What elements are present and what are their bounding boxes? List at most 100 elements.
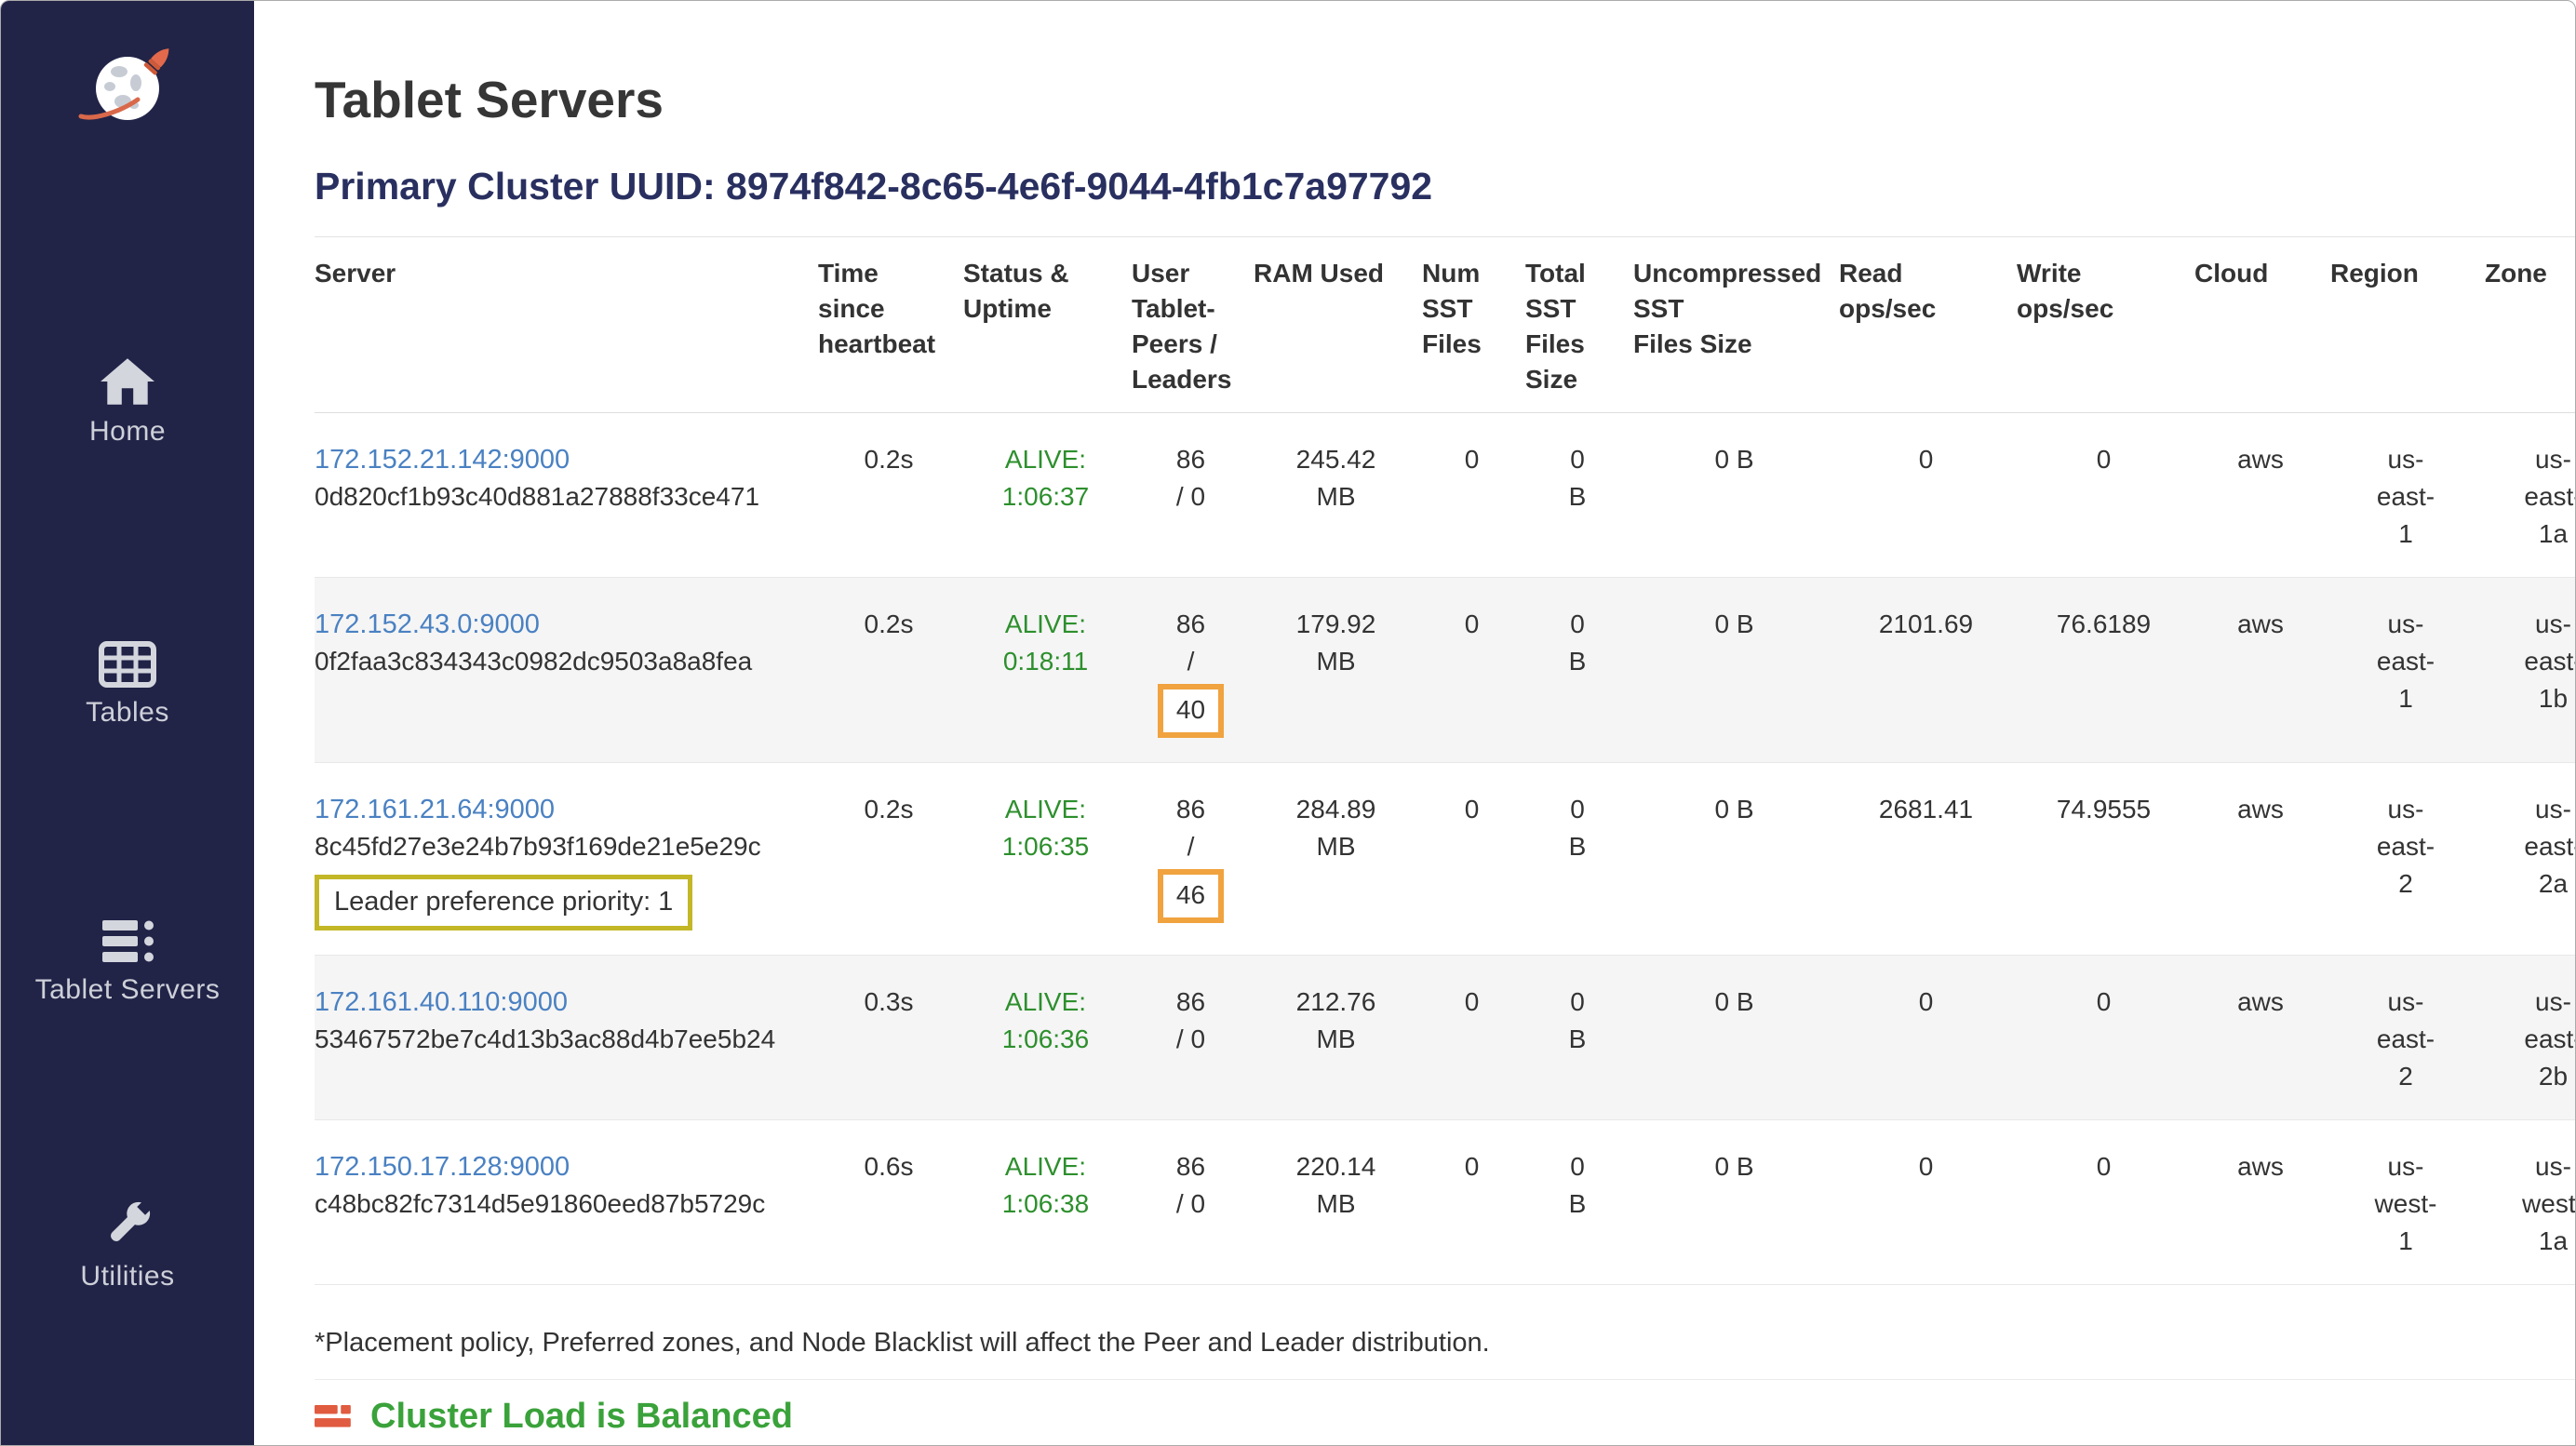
table-grid-icon — [99, 641, 156, 688]
server-address-link[interactable]: 172.152.21.142:9000 — [315, 445, 570, 475]
ram-used-cell: 245.42 MB — [1254, 413, 1422, 578]
zone-cell: us- east- 1b — [2485, 578, 2576, 763]
region-cell: us- west- 1 — [2330, 1120, 2485, 1285]
total-sst-size-cell: 0 B — [1525, 1120, 1633, 1285]
peers-count: 86 — [1132, 791, 1250, 828]
uptime-value: 1:06:36 — [963, 1021, 1128, 1058]
column-header-11: Region — [2330, 237, 2485, 413]
sidebar: Home Tables Tablet Servers — [1, 1, 254, 1445]
read-ops-cell: 0 — [1839, 1120, 2017, 1285]
server-cell: 172.161.40.110:9000 53467572be7c4d13b3ac… — [315, 956, 818, 1120]
primary-cluster-uuid-heading: Primary Cluster UUID: 8974f842-8c65-4e6f… — [315, 165, 2575, 208]
heartbeat-cell: 0.2s — [818, 578, 963, 763]
column-header-8: Read ops/sec — [1839, 237, 2017, 413]
leaders-highlight-box: 40 — [1158, 684, 1224, 738]
column-header-5: Num SST Files — [1422, 237, 1525, 413]
sidebar-item-tablet-servers-label: Tablet Servers — [1, 974, 254, 1006]
total-sst-size-cell: 0 B — [1525, 763, 1633, 956]
column-header-0: Server — [315, 237, 818, 413]
peers-count: 86 — [1132, 984, 1250, 1021]
num-sst-files-cell: 0 — [1422, 763, 1525, 956]
column-header-7: Uncompressed SST Files Size — [1633, 237, 1839, 413]
ram-used-cell: 284.89 MB — [1254, 763, 1422, 956]
cloud-cell: aws — [2194, 763, 2330, 956]
column-header-10: Cloud — [2194, 237, 2330, 413]
status-uptime-cell: ALIVE: 1:06:36 — [963, 956, 1132, 1120]
table-body: 172.152.21.142:9000 0d820cf1b93c40d881a2… — [315, 413, 2576, 1285]
peers-leaders-cell: 86 / 0 — [1132, 1120, 1254, 1285]
peers-leaders-cell: 86 / 0 — [1132, 413, 1254, 578]
sidebar-item-utilities-label: Utilities — [1, 1261, 254, 1292]
sidebar-item-tables[interactable]: Tables — [1, 641, 254, 729]
cloud-cell: aws — [2194, 1120, 2330, 1285]
heartbeat-cell: 0.6s — [818, 1120, 963, 1285]
column-header-6: Total SST Files Size — [1525, 237, 1633, 413]
uncompressed-sst-size-cell: 0 B — [1633, 413, 1839, 578]
table-row: 172.152.43.0:9000 0f2faa3c834343c0982dc9… — [315, 578, 2576, 763]
peers-leaders-cell: 86 / 40 — [1132, 578, 1254, 763]
peers-count: 86 — [1132, 606, 1250, 643]
region-cell: us- east- 2 — [2330, 763, 2485, 956]
zone-cell: us- west- 1a — [2485, 1120, 2576, 1285]
leaders-count: / 0 — [1132, 1185, 1250, 1223]
server-uuid: 8c45fd27e3e24b7b93f169de21e5e29c — [315, 828, 814, 865]
uncompressed-sst-size-cell: 0 B — [1633, 956, 1839, 1120]
server-address-link[interactable]: 172.161.21.64:9000 — [315, 795, 555, 824]
uncompressed-sst-size-cell: 0 B — [1633, 1120, 1839, 1285]
write-ops-cell: 74.9555 — [2017, 763, 2194, 956]
server-uuid: 0f2faa3c834343c0982dc9503a8a8fea — [315, 643, 814, 680]
server-cell: 172.152.21.142:9000 0d820cf1b93c40d881a2… — [315, 413, 818, 578]
uncompressed-sst-size-cell: 0 B — [1633, 578, 1839, 763]
cloud-cell: aws — [2194, 956, 2330, 1120]
server-address-link[interactable]: 172.150.17.128:9000 — [315, 1152, 570, 1182]
sidebar-item-tablet-servers[interactable]: Tablet Servers — [1, 918, 254, 1006]
table-header-row: ServerTime since heartbeatStatus & Uptim… — [315, 237, 2576, 413]
status-alive-label: ALIVE: — [963, 441, 1128, 478]
heartbeat-cell: 0.2s — [818, 413, 963, 578]
peers-count: 86 — [1132, 1148, 1250, 1185]
server-cell: 172.152.43.0:9000 0f2faa3c834343c0982dc9… — [315, 578, 818, 763]
region-cell: us- east- 1 — [2330, 578, 2485, 763]
status-uptime-cell: ALIVE: 0:18:11 — [963, 578, 1132, 763]
heartbeat-cell: 0.3s — [818, 956, 963, 1120]
server-cell: 172.150.17.128:9000 c48bc82fc7314d5e9186… — [315, 1120, 818, 1285]
sidebar-item-home-label: Home — [1, 416, 254, 448]
ram-used-cell: 179.92 MB — [1254, 578, 1422, 763]
status-uptime-cell: ALIVE: 1:06:35 — [963, 763, 1132, 956]
column-header-3: User Tablet- Peers / Leaders — [1132, 237, 1254, 413]
ram-used-cell: 220.14 MB — [1254, 1120, 1422, 1285]
column-header-1: Time since heartbeat — [818, 237, 963, 413]
cluster-load-heading: Cluster Load is Balanced — [370, 1397, 793, 1437]
sidebar-item-tables-label: Tables — [1, 697, 254, 729]
sidebar-item-utilities[interactable]: Utilities — [1, 1198, 254, 1292]
write-ops-cell: 76.6189 — [2017, 578, 2194, 763]
status-uptime-cell: ALIVE: 1:06:37 — [963, 413, 1132, 578]
wrench-icon — [100, 1198, 155, 1252]
cloud-cell: aws — [2194, 413, 2330, 578]
sidebar-item-home[interactable]: Home — [1, 356, 254, 448]
num-sst-files-cell: 0 — [1422, 1120, 1525, 1285]
leaders-highlight-box: 46 — [1158, 869, 1224, 923]
main-content: Tablet Servers Primary Cluster UUID: 897… — [254, 70, 2575, 1437]
zone-cell: us- east- 2a — [2485, 763, 2576, 956]
heartbeat-cell: 0.2s — [818, 763, 963, 956]
peers-leaders-cell: 86 / 0 — [1132, 956, 1254, 1120]
server-tasks-icon — [315, 1405, 352, 1429]
column-header-12: Zone — [2485, 237, 2576, 413]
server-uuid: 0d820cf1b93c40d881a27888f33ce471 — [315, 478, 814, 515]
home-icon — [99, 356, 156, 407]
ram-used-cell: 212.76 MB — [1254, 956, 1422, 1120]
cluster-load-section: Cluster Load is Balanced — [315, 1379, 2576, 1437]
write-ops-cell: 0 — [2017, 956, 2194, 1120]
uptime-value: 1:06:37 — [963, 478, 1128, 515]
status-alive-label: ALIVE: — [963, 984, 1128, 1021]
num-sst-files-cell: 0 — [1422, 956, 1525, 1120]
cloud-cell: aws — [2194, 578, 2330, 763]
write-ops-cell: 0 — [2017, 1120, 2194, 1285]
server-stack-icon — [99, 918, 156, 965]
column-header-2: Status & Uptime — [963, 237, 1132, 413]
server-address-link[interactable]: 172.161.40.110:9000 — [315, 987, 568, 1017]
table-row: 172.161.21.64:9000 8c45fd27e3e24b7b93f16… — [315, 763, 2576, 956]
server-address-link[interactable]: 172.152.43.0:9000 — [315, 609, 540, 639]
region-cell: us- east- 2 — [2330, 956, 2485, 1120]
